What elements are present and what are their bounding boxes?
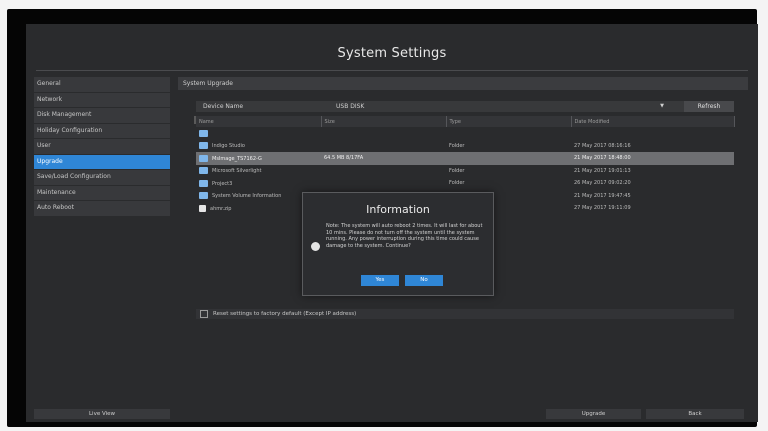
column-header-type[interactable]: Type [446,116,572,127]
cell-type: Folder [449,142,465,149]
cell-name: MsImage_TS7162-G [196,152,321,165]
row-name: Indigo Studio [212,143,245,150]
folder-icon [199,129,208,137]
no-button[interactable]: No [405,275,443,286]
panel-header: System Upgrade [178,77,748,90]
cell-name: Microsoft Silverlight [196,165,321,178]
live-view-button[interactable]: Live View [34,409,170,419]
cell-size: 64.5 MB 8/17FA [321,152,446,165]
row-name: System Volume Information [212,193,282,200]
reset-checkbox[interactable] [200,309,208,318]
cell-date: 27 May 2017 19:11:09 [574,205,631,212]
table-row[interactable]: Project3 Folder 26 May 2017 09:02:20 [196,177,734,190]
sidebar-item-maintenance[interactable]: Maintenance [34,185,170,200]
information-dialog: Information Note: The system will auto r… [302,192,494,296]
reset-label: Reset settings to factory default (Excep… [213,311,357,317]
cell-size [321,177,446,190]
yes-button[interactable]: Yes [361,275,399,286]
sidebar-item-upgrade[interactable]: Upgrade [34,154,170,169]
device-label: Device Name [203,103,244,110]
cell-name: Project3 [196,177,321,190]
sidebar-item-save-load-configuration[interactable]: Save/Load Configuration [34,170,170,185]
cell-size [321,140,446,153]
title-divider [36,70,748,71]
upgrade-button[interactable]: Upgrade [546,409,641,419]
cell-date: 21 May 2017 18:48:00 [571,152,734,165]
table-row[interactable]: Indigo Studio Folder 27 May 2017 08:16:1… [196,140,734,153]
sidebar-item-disk-management[interactable]: Disk Management [34,108,170,123]
cell-size [321,165,446,178]
row-name: MsImage_TS7162-G [212,155,262,162]
cell-type [446,127,571,140]
folder-icon [199,154,208,162]
cell-date: 21 May 2017 19:01:13 [574,167,631,174]
dialog-title: Information [366,203,430,216]
folder-icon [199,192,208,200]
table-row[interactable] [196,127,734,140]
table-row[interactable]: Microsoft Silverlight Folder 21 May 2017… [196,165,734,178]
cell-date: 21 May 2017 19:47:45 [574,192,631,199]
folder-icon [199,142,208,150]
column-header-date[interactable]: Date Modified [571,116,735,127]
page-title: System Settings [337,46,447,61]
cell-date: 26 May 2017 09:02:20 [574,180,631,187]
settings-screen: System Settings General Network Disk Man… [26,24,758,422]
file-icon [199,204,206,212]
cell-name: Indigo Studio [196,140,321,153]
device-selector: Device Name USB DISK ▼ Refresh [196,101,734,112]
row-name: ahmr.zip [210,205,232,212]
cell-date: 27 May 2017 08:16:16 [574,142,631,149]
sidebar-item-network[interactable]: Network [34,92,170,107]
column-header-name[interactable]: Name [196,116,322,127]
sidebar-item-user[interactable]: User [34,139,170,154]
table-header-row: Name Size Type Date Modified [196,116,735,127]
sidebar: General Network Disk Management Holiday … [34,77,170,217]
reset-option: Reset settings to factory default (Excep… [196,309,734,319]
folder-icon [199,179,208,187]
info-icon [311,242,320,251]
refresh-button[interactable]: Refresh [684,101,734,112]
chevron-down-icon[interactable]: ▼ [660,101,664,112]
cell-type: Folder [449,167,465,174]
cell-size [321,127,446,140]
monitor-bezel: System Settings General Network Disk Man… [7,9,758,427]
column-header-size[interactable]: Size [321,116,447,127]
folder-icon [199,167,208,175]
sidebar-item-general[interactable]: General [34,77,170,92]
cell-date [571,127,734,140]
table-row-selected[interactable]: MsImage_TS7162-G 64.5 MB 8/17FA 21 May 2… [196,152,734,165]
sidebar-item-holiday-configuration[interactable]: Holiday Configuration [34,123,170,138]
row-name: Project3 [212,180,233,187]
row-name: Microsoft Silverlight [212,168,262,175]
dialog-message: Note: The system will auto reboot 2 time… [326,223,483,249]
cell-type: Folder [449,180,465,187]
sidebar-item-auto-reboot[interactable]: Auto Reboot [34,201,170,216]
cell-name [196,127,321,140]
back-button[interactable]: Back [646,409,744,419]
device-select[interactable]: USB DISK [336,101,364,112]
cell-type [446,152,571,165]
